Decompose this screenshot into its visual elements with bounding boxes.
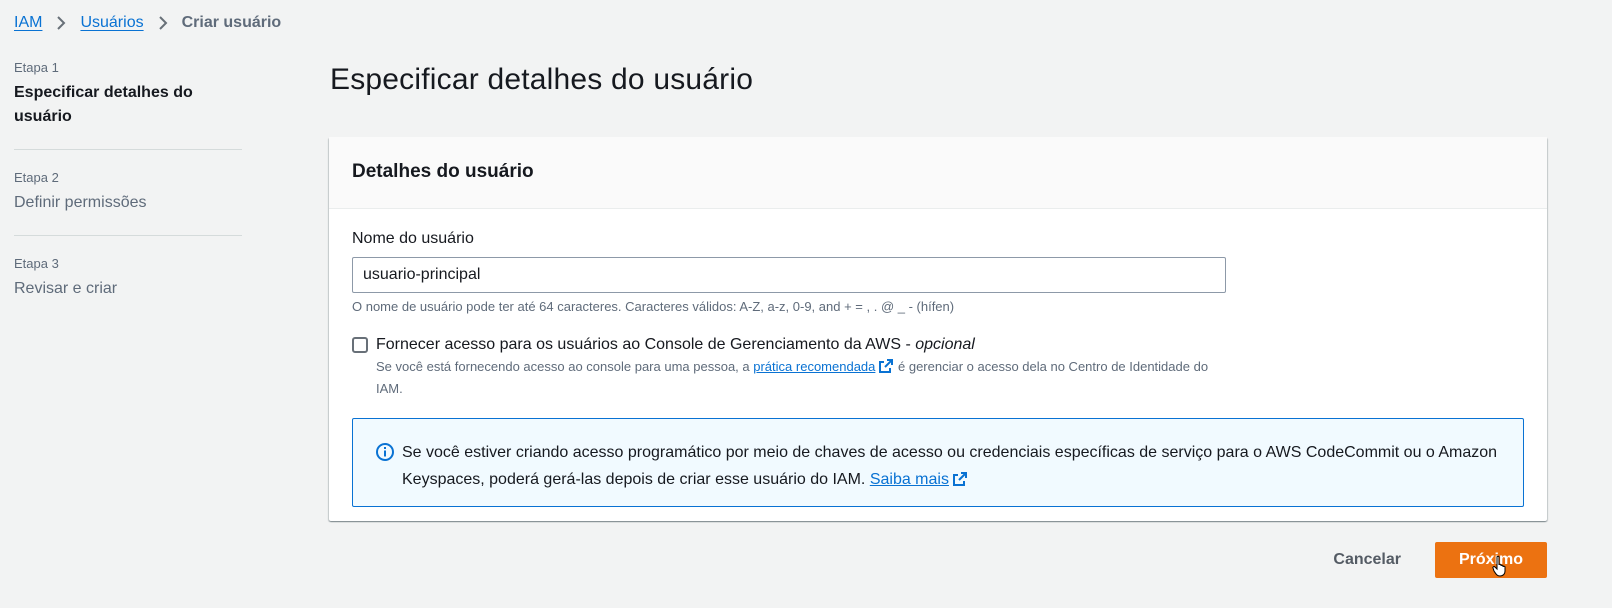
container-title: Detalhes do usuário [352, 161, 534, 182]
container-header: Detalhes do usuário [329, 137, 1547, 209]
console-desc-before: Se você está fornecendo acesso ao consol… [376, 359, 754, 374]
console-access-option: Fornecer acesso para os usuários ao Cons… [352, 333, 1524, 398]
username-input[interactable] [352, 257, 1226, 293]
chevron-right-icon [158, 15, 168, 31]
console-access-checkbox[interactable] [352, 337, 368, 353]
external-link-icon[interactable] [878, 358, 894, 379]
step-title-active: Especificar detalhes do usuário [14, 84, 193, 125]
breadcrumb: IAM Usuários Criar usuário [14, 13, 281, 33]
info-alert-text: Se você estiver criando acesso programát… [402, 439, 1501, 496]
user-details-container: Detalhes do usuário Nome do usuário O no… [329, 137, 1547, 521]
console-access-text: Fornecer acesso para os usuários ao Cons… [376, 333, 1236, 398]
step-number: Etapa 3 [14, 256, 59, 271]
external-link-icon[interactable] [952, 469, 968, 496]
optional-tag: opcional [915, 336, 975, 353]
wizard-step-3: Etapa 3 Revisar e criar [14, 235, 242, 321]
breadcrumb-current: Criar usuário [181, 14, 282, 31]
form-actions: Cancelar Próximo [1315, 542, 1547, 578]
console-access-label[interactable]: Fornecer acesso para os usuários ao Cons… [376, 333, 1236, 357]
step-title: Definir permissões [14, 194, 147, 211]
console-access-label-text: Fornecer acesso para os usuários ao Cons… [376, 336, 916, 353]
step-number: Etapa 1 [14, 60, 59, 75]
breadcrumb-iam-link[interactable]: IAM [14, 13, 42, 33]
username-constraint-text: O nome de usuário pode ter até 64 caract… [352, 299, 955, 314]
wizard-step-1: Etapa 1 Especificar detalhes do usuário [14, 58, 242, 149]
info-alert: Se você estiver criando acesso programát… [352, 418, 1524, 507]
wizard-step-2: Etapa 2 Definir permissões [14, 149, 242, 235]
step-number: Etapa 2 [14, 170, 59, 185]
page-title: Especificar detalhes do usuário [330, 63, 754, 96]
chevron-right-icon [56, 15, 66, 31]
learn-more-link[interactable]: Saiba mais [870, 471, 949, 488]
cancel-button[interactable]: Cancelar [1315, 542, 1419, 578]
breadcrumb-users-link[interactable]: Usuários [80, 13, 143, 33]
step-title: Revisar e criar [14, 280, 118, 297]
wizard-steps-nav: Etapa 1 Especificar detalhes do usuário … [14, 58, 242, 321]
best-practice-link[interactable]: prática recomendada [753, 359, 875, 374]
next-button-label: Próximo [1458, 551, 1523, 568]
info-alert-message: Se você estiver criando acesso programát… [402, 444, 1498, 488]
console-access-description: Se você está fornecendo acesso ao consol… [376, 357, 1236, 398]
next-button[interactable]: Próximo [1435, 542, 1547, 578]
info-icon [375, 442, 395, 467]
username-label: Nome do usuário [352, 230, 474, 247]
container-body: Nome do usuário O nome de usuário pode t… [329, 209, 1547, 507]
